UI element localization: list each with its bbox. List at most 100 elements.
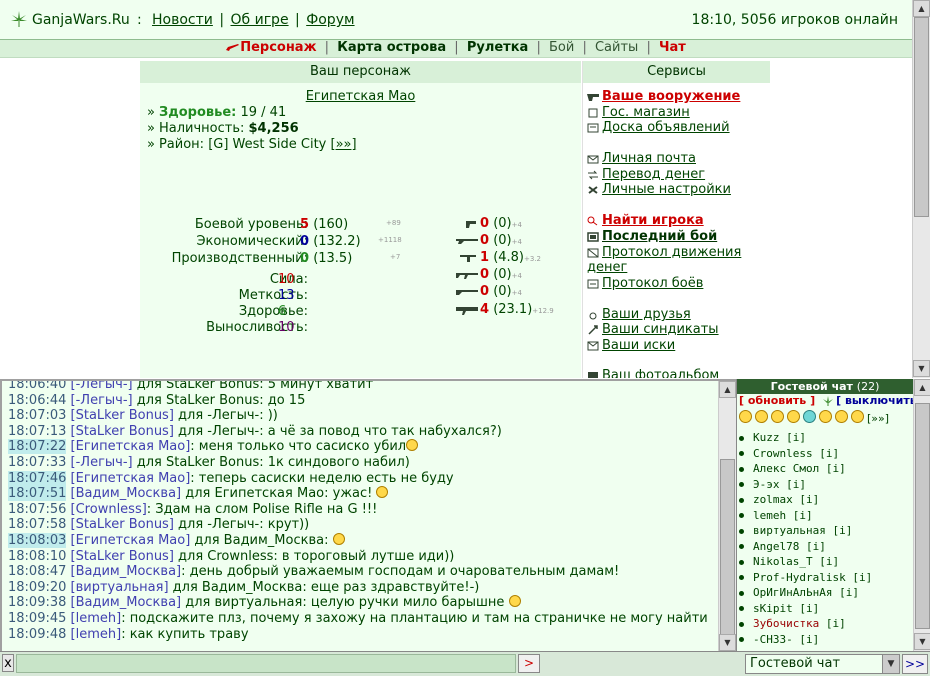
guest-user[interactable]: -СН33- [i] bbox=[739, 633, 819, 646]
smiley-icon[interactable] bbox=[835, 410, 848, 423]
chat-nick[interactable]: [StaLker Bonus] bbox=[71, 424, 174, 439]
menu-chat[interactable]: Чат bbox=[659, 40, 686, 55]
user-info-link[interactable]: [i] bbox=[786, 431, 806, 444]
user-info-link[interactable]: [i] bbox=[786, 478, 806, 491]
chat-timestamp[interactable]: 18:09:48 bbox=[8, 627, 66, 642]
guest-user[interactable]: Prof-Hydralisk [i] bbox=[739, 571, 872, 584]
service-shop[interactable]: Гос. магазин bbox=[587, 105, 690, 120]
chat-timestamp[interactable]: 18:07:51 bbox=[8, 486, 67, 502]
user-info-link[interactable]: [i] bbox=[806, 540, 826, 553]
more-smileys-link[interactable]: [»»] bbox=[867, 412, 889, 425]
chat-nick[interactable]: [-Легыч-] bbox=[71, 381, 133, 392]
menu-island-map[interactable]: Карта острова bbox=[337, 40, 446, 55]
scroll-thumb[interactable] bbox=[720, 459, 735, 635]
guest-user-name[interactable]: lemeh bbox=[753, 509, 786, 522]
smiley-icon[interactable] bbox=[755, 410, 768, 423]
user-info-link[interactable]: [i] bbox=[852, 571, 872, 584]
service-photo-album[interactable]: Ваш фотоальбом bbox=[587, 368, 719, 378]
chat-nick[interactable]: [lemeh] bbox=[71, 611, 122, 626]
menu-sites[interactable]: Сайты bbox=[595, 40, 638, 55]
send-button[interactable]: > bbox=[518, 654, 540, 673]
guest-user-name[interactable]: zolmax bbox=[753, 493, 793, 506]
channel-select[interactable]: Гостевой чат ▼ bbox=[745, 654, 900, 674]
guest-user[interactable]: zolmax [i] bbox=[739, 493, 819, 506]
service-mail[interactable]: Личная почта bbox=[587, 151, 696, 166]
service-battle-protocol[interactable]: Протокол боёв bbox=[587, 276, 703, 291]
chat-timestamp[interactable]: 18:08:47 bbox=[8, 564, 66, 579]
chat-nick[interactable]: [Вадим_Москва] bbox=[71, 595, 182, 610]
about-link[interactable]: Об игре bbox=[231, 12, 289, 28]
guest-chat-scrollbar[interactable]: ▲ ▼ bbox=[913, 379, 930, 651]
guest-user[interactable]: Nikolas_T [i] bbox=[739, 555, 839, 568]
chat-timestamp[interactable]: 18:08:10 bbox=[8, 549, 66, 564]
guest-user[interactable]: Алекс Смол [i] bbox=[739, 462, 846, 475]
service-settings[interactable]: Личные настройки bbox=[587, 182, 731, 197]
chat-timestamp[interactable]: 18:09:20 bbox=[8, 580, 66, 595]
menu-roulette[interactable]: Рулетка bbox=[467, 40, 528, 55]
chat-timestamp[interactable]: 18:07:33 bbox=[8, 455, 66, 470]
scroll-down-icon[interactable]: ▼ bbox=[719, 634, 736, 651]
guest-user-name[interactable]: ОрИгИнАлЬнАя bbox=[753, 586, 832, 599]
refresh-button[interactable]: [ обновить ] bbox=[739, 394, 815, 407]
service-friends[interactable]: Ваши друзья bbox=[587, 307, 691, 322]
chat-nick[interactable]: [Вадим_Москва] bbox=[71, 564, 182, 579]
chat-message-input[interactable] bbox=[16, 654, 516, 673]
service-syndicates[interactable]: Ваши синдикаты bbox=[587, 322, 719, 337]
service-find-player[interactable]: Найти игрока bbox=[587, 213, 704, 228]
chat-nick[interactable]: [lemeh] bbox=[71, 627, 122, 642]
chat-nick[interactable]: [-Легыч-] bbox=[71, 455, 133, 470]
chat-timestamp[interactable]: 18:06:44 bbox=[8, 393, 66, 408]
chevron-down-icon[interactable]: ▼ bbox=[882, 655, 899, 673]
chat-nick[interactable]: [Египетская Мао] bbox=[71, 439, 191, 454]
guest-user[interactable]: Kuzz [i] bbox=[739, 431, 806, 444]
district-more-link[interactable]: [»»] bbox=[331, 137, 357, 152]
chat-timestamp[interactable]: 18:06:40 bbox=[8, 381, 66, 392]
user-info-link[interactable]: [i] bbox=[832, 524, 852, 537]
chat-timestamp[interactable]: 18:07:03 bbox=[8, 408, 66, 423]
chat-nick[interactable]: [Египетская Мао] bbox=[71, 533, 191, 548]
chat-nick[interactable]: [-Легыч-] bbox=[71, 393, 133, 408]
chat-nick[interactable]: [виртуальная] bbox=[71, 580, 169, 595]
chat-nick[interactable]: [StaLker Bonus] bbox=[71, 549, 174, 564]
smiley-icon[interactable] bbox=[787, 410, 800, 423]
scroll-up-icon[interactable]: ▲ bbox=[719, 381, 736, 398]
smiley-icon[interactable] bbox=[819, 410, 832, 423]
menu-battle[interactable]: Бой bbox=[549, 40, 574, 55]
chat-timestamp[interactable]: 18:09:45 bbox=[8, 611, 66, 626]
chat-nick[interactable]: [Египетская Мао] bbox=[71, 471, 191, 486]
user-info-link[interactable]: [i] bbox=[839, 586, 859, 599]
guest-user[interactable]: Crownless [i] bbox=[739, 447, 839, 460]
character-name[interactable]: Египетская Мао bbox=[140, 89, 581, 104]
guest-user-name[interactable]: sKipit bbox=[753, 602, 793, 615]
guest-user[interactable]: Э-эх [i] bbox=[739, 478, 806, 491]
chat-nick[interactable]: [StaLker Bonus] bbox=[71, 408, 174, 423]
site-name[interactable]: GanjaWars.Ru bbox=[32, 12, 130, 28]
guest-user-name[interactable]: Э-эх bbox=[753, 478, 780, 491]
guest-user-name[interactable]: Алекс Смол bbox=[753, 462, 819, 475]
main-scrollbar[interactable]: ▲ ▼ bbox=[912, 0, 930, 378]
channel-go-button[interactable]: >> bbox=[902, 654, 928, 674]
menu-character[interactable]: Персонаж bbox=[240, 40, 316, 55]
guest-user-name[interactable]: -СН33- bbox=[753, 633, 793, 646]
guest-user-name[interactable]: Crownless bbox=[753, 447, 813, 460]
service-claims[interactable]: Ваши иски bbox=[587, 338, 675, 353]
scroll-up-icon[interactable]: ▲ bbox=[914, 379, 930, 396]
chat-nick[interactable]: [Crownless] bbox=[71, 502, 147, 517]
guest-user[interactable]: sKipit [i] bbox=[739, 602, 819, 615]
guest-user[interactable]: Зубочистка [i] bbox=[739, 617, 846, 630]
guest-user-name[interactable]: Nikolas_T bbox=[753, 555, 813, 568]
service-money-protocol[interactable]: Протокол движения денег bbox=[587, 245, 767, 275]
service-weapons[interactable]: Ваше вооружение bbox=[587, 89, 740, 104]
scroll-up-icon[interactable]: ▲ bbox=[913, 0, 930, 17]
chat-nick[interactable]: [Вадим_Москва] bbox=[71, 486, 182, 501]
chat-nick[interactable]: [StaLker Bonus] bbox=[71, 517, 174, 532]
user-info-link[interactable]: [i] bbox=[826, 462, 846, 475]
guest-user[interactable]: ОрИгИнАлЬнАя [i] bbox=[739, 586, 859, 599]
smiley-icon[interactable] bbox=[739, 410, 752, 423]
user-info-link[interactable]: [i] bbox=[793, 509, 813, 522]
service-money-transfer[interactable]: Перевод денег bbox=[587, 167, 705, 182]
guest-user[interactable]: виртуальная [i] bbox=[739, 524, 852, 537]
chat-timestamp[interactable]: 18:08:03 bbox=[8, 532, 67, 548]
smiley-icon[interactable] bbox=[851, 410, 864, 423]
smiley-icon[interactable] bbox=[771, 410, 784, 423]
